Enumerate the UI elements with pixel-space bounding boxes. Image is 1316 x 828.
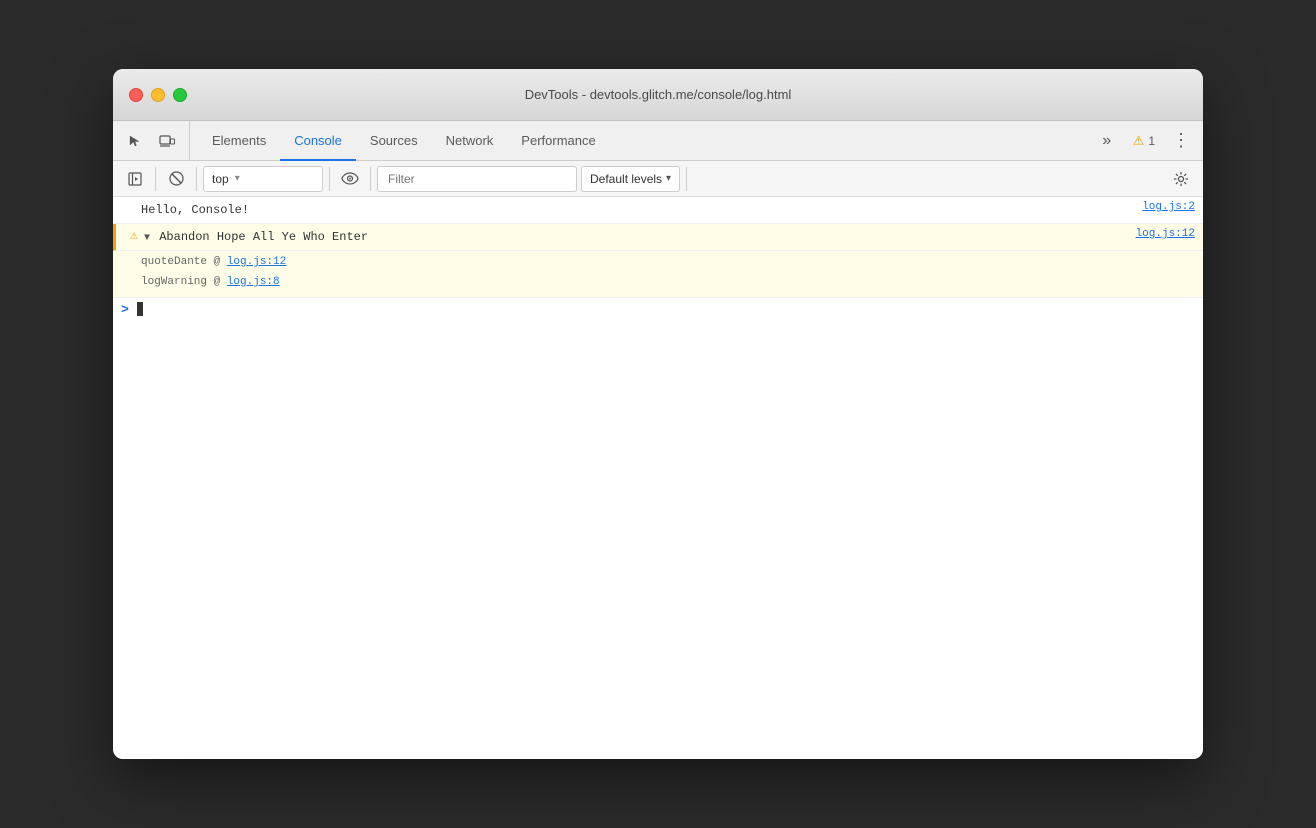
tabs: Elements Console Sources Network Perform… bbox=[198, 121, 1093, 160]
tab-network[interactable]: Network bbox=[432, 122, 508, 161]
devtools-window: DevTools - devtools.glitch.me/console/lo… bbox=[113, 69, 1203, 759]
context-arrow: ▾ bbox=[235, 173, 240, 184]
console-cursor bbox=[137, 302, 143, 316]
toolbar-divider-5 bbox=[686, 167, 687, 191]
console-entry-warning: ⚠ ▼ Abandon Hope All Ye Who Enter log.js… bbox=[113, 224, 1203, 251]
console-message-1: Hello, Console! bbox=[141, 201, 1134, 219]
minimize-button[interactable] bbox=[151, 88, 165, 102]
warning-badge[interactable]: ⚠ 1 bbox=[1127, 131, 1161, 151]
eye-button[interactable] bbox=[336, 165, 364, 193]
console-source-1[interactable]: log.js:2 bbox=[1142, 201, 1195, 213]
tab-console[interactable]: Console bbox=[280, 122, 356, 161]
tabbar: Elements Console Sources Network Perform… bbox=[113, 121, 1203, 161]
settings-button[interactable] bbox=[1167, 165, 1195, 193]
stack-frame-1: quoteDante @ log.js:12 bbox=[141, 253, 1195, 273]
filter-input[interactable] bbox=[377, 166, 577, 192]
console-source-2[interactable]: log.js:12 bbox=[1136, 228, 1195, 240]
tab-performance[interactable]: Performance bbox=[507, 122, 609, 161]
traffic-lights bbox=[129, 88, 187, 102]
console-prompt: > bbox=[121, 302, 129, 317]
tab-elements[interactable]: Elements bbox=[198, 122, 280, 161]
stack-trace: quoteDante @ log.js:12 logWarning @ log.… bbox=[113, 251, 1203, 297]
sidebar-toggle-button[interactable] bbox=[121, 165, 149, 193]
console-output[interactable]: Hello, Console! log.js:2 ⚠ ▼ Abandon Hop… bbox=[113, 197, 1203, 759]
stack-link-2[interactable]: log.js:8 bbox=[227, 276, 280, 288]
responsive-icon-button[interactable] bbox=[153, 127, 181, 155]
warning-entry-icon: ⚠ bbox=[124, 228, 144, 243]
tab-sources[interactable]: Sources bbox=[356, 122, 432, 161]
console-input-row[interactable]: > bbox=[113, 297, 1203, 321]
levels-label: Default levels bbox=[590, 172, 662, 186]
console-toolbar: top ▾ Default levels ▾ bbox=[113, 161, 1203, 197]
console-message-2: ▼ Abandon Hope All Ye Who Enter bbox=[144, 228, 1128, 246]
toolbar-divider-4 bbox=[370, 167, 371, 191]
tabbar-icons bbox=[121, 121, 190, 160]
stack-frame-2: logWarning @ log.js:8 bbox=[141, 273, 1195, 293]
tab-extras: » ⚠ 1 ⋮ bbox=[1093, 121, 1195, 160]
window-title: DevTools - devtools.glitch.me/console/lo… bbox=[525, 87, 792, 102]
toolbar-divider-1 bbox=[155, 167, 156, 191]
titlebar: DevTools - devtools.glitch.me/console/lo… bbox=[113, 69, 1203, 121]
cursor-icon-button[interactable] bbox=[121, 127, 149, 155]
expand-arrow[interactable]: ▼ bbox=[144, 233, 150, 244]
toolbar-divider-3 bbox=[329, 167, 330, 191]
levels-selector[interactable]: Default levels ▾ bbox=[581, 166, 680, 192]
toolbar-divider-2 bbox=[196, 167, 197, 191]
clear-console-button[interactable] bbox=[162, 165, 190, 193]
levels-arrow: ▾ bbox=[666, 173, 671, 184]
context-value: top bbox=[212, 172, 229, 186]
tab-menu-button[interactable]: ⋮ bbox=[1167, 127, 1195, 155]
more-tabs-button[interactable]: » bbox=[1093, 127, 1121, 155]
maximize-button[interactable] bbox=[173, 88, 187, 102]
console-entry-info: Hello, Console! log.js:2 bbox=[113, 197, 1203, 224]
context-selector[interactable]: top ▾ bbox=[203, 166, 323, 192]
console-entry-warning-group: ⚠ ▼ Abandon Hope All Ye Who Enter log.js… bbox=[113, 224, 1203, 297]
warning-icon: ⚠ bbox=[1133, 133, 1145, 149]
close-button[interactable] bbox=[129, 88, 143, 102]
stack-link-1[interactable]: log.js:12 bbox=[227, 256, 286, 268]
